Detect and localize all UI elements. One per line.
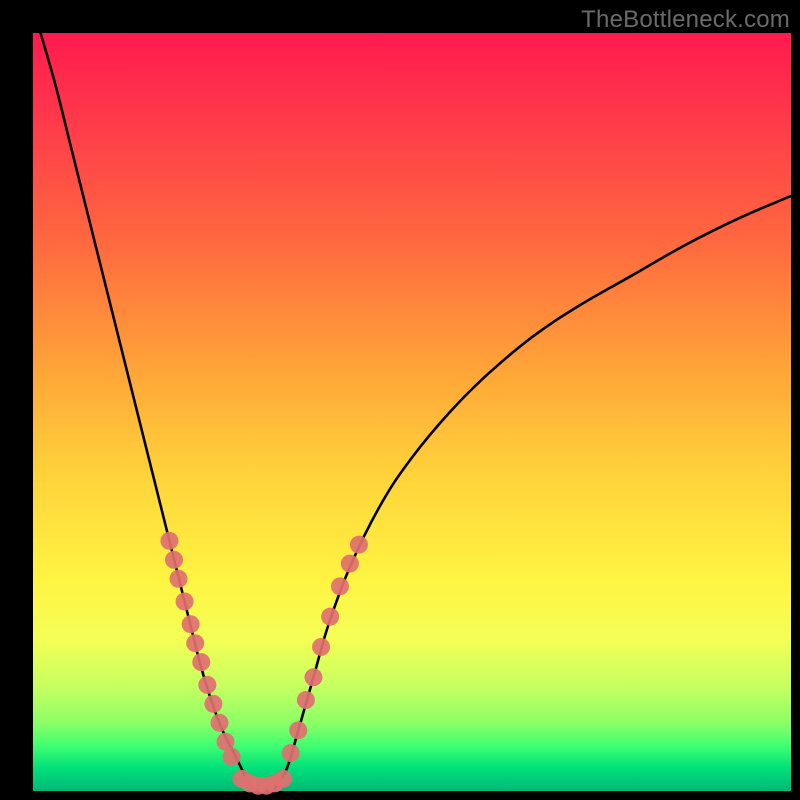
chart-dot <box>304 668 322 686</box>
chart-dot <box>321 608 339 626</box>
chart-dot <box>350 536 368 554</box>
chart-dot <box>312 638 330 656</box>
chart-frame: TheBottleneck.com <box>0 0 800 800</box>
chart-dot <box>198 676 216 694</box>
chart-dot <box>182 615 200 633</box>
chart-dot <box>186 634 204 652</box>
chart-dot <box>289 721 307 739</box>
chart-svg <box>33 33 791 791</box>
chart-lines <box>41 33 791 790</box>
chart-dot <box>341 555 359 573</box>
chart-dot <box>165 551 183 569</box>
chart-dot <box>297 691 315 709</box>
chart-dot <box>223 748 241 766</box>
chart-dots <box>160 532 368 795</box>
watermark-text: TheBottleneck.com <box>581 6 790 34</box>
chart-dot <box>192 653 210 671</box>
chart-dot <box>274 770 292 788</box>
chart-series-left-curve <box>41 33 253 788</box>
chart-dot <box>160 532 178 550</box>
chart-dot <box>170 570 188 588</box>
chart-dot <box>282 744 300 762</box>
chart-dot <box>204 695 222 713</box>
chart-dot <box>176 593 194 611</box>
chart-dot <box>210 714 228 732</box>
chart-series-right-curve <box>276 196 791 788</box>
chart-plot-area <box>33 33 791 791</box>
chart-dot <box>331 577 349 595</box>
